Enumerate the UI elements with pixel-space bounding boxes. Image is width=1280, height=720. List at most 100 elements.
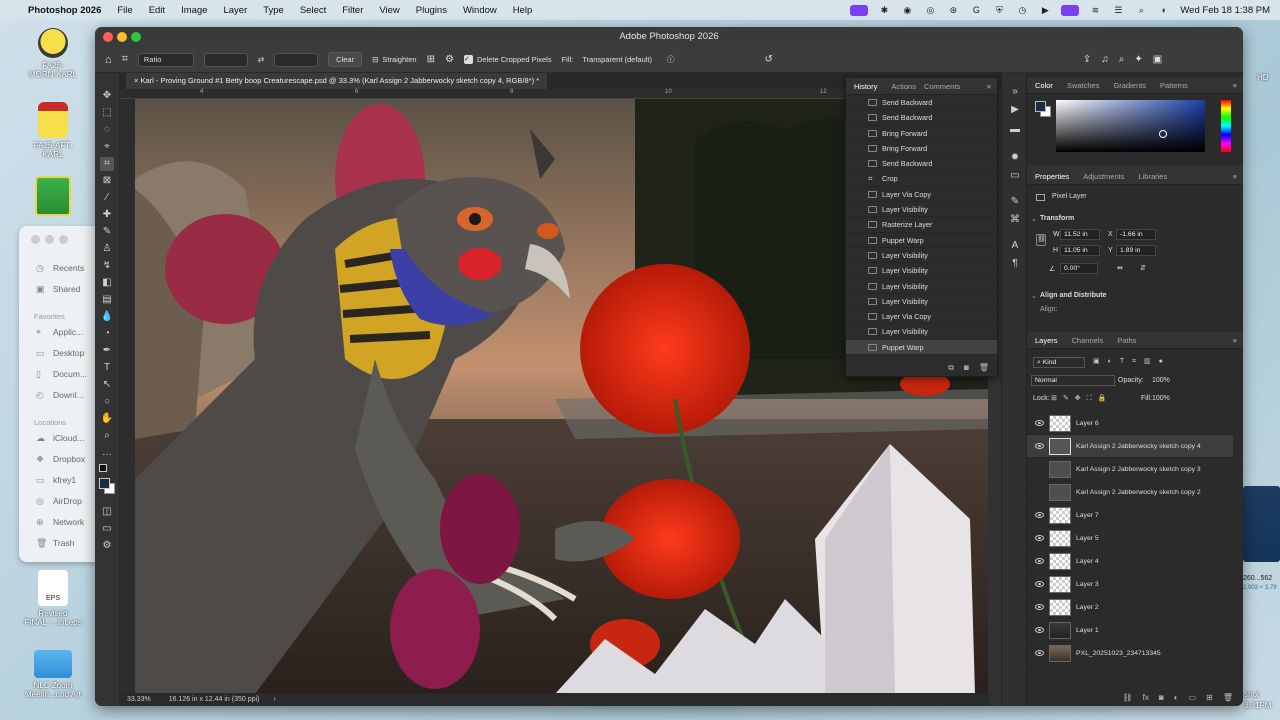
menu-plugins[interactable]: Plugins: [416, 5, 447, 16]
history-item[interactable]: Send Backward: [846, 110, 997, 126]
align-distribute-header[interactable]: Align and Distribute: [1040, 292, 1107, 299]
menu-select[interactable]: Select: [300, 5, 326, 16]
straighten-icon[interactable]: ⊟: [372, 55, 378, 64]
menu-filter[interactable]: Filter: [342, 5, 363, 16]
eyedropper-tool-icon[interactable]: ⁄: [100, 191, 114, 205]
history-item[interactable]: Layer Visibility: [846, 202, 997, 218]
history-item[interactable]: Layer Visibility: [846, 279, 997, 294]
adjustment-layer-icon[interactable]: ◐: [1174, 693, 1179, 702]
crop-tool-icon[interactable]: ⌗: [100, 157, 114, 171]
screen-mode-icon[interactable]: ▭: [100, 522, 114, 536]
history-item[interactable]: Layer Visibility: [846, 324, 997, 340]
history-item[interactable]: ⌗ Crop: [846, 171, 997, 187]
finder-item-dropbox[interactable]: ❖ Dropbox: [36, 454, 85, 464]
dodge-tool-icon[interactable]: ◔: [100, 327, 114, 341]
menu-view[interactable]: View: [379, 5, 399, 16]
eye-icon[interactable]: [1035, 627, 1044, 633]
light-icon[interactable]: ✹: [1008, 151, 1022, 165]
filter-type-icons[interactable]: ▣◐T⌗▥●: [1093, 357, 1171, 366]
control-center-icon[interactable]: ☰: [1111, 5, 1125, 16]
brush-tool-icon[interactable]: ✎: [100, 225, 114, 239]
finder-item-shared[interactable]: ▣ Shared: [36, 284, 80, 294]
hand-tool-icon[interactable]: ✋: [100, 412, 114, 426]
desktop-icon-nlc-zoom[interactable]: NLC Zoom Meetin...und Art: [18, 650, 88, 699]
gradient-tool-icon[interactable]: ▤: [100, 293, 114, 307]
delete-icon[interactable]: 🗑: [979, 363, 989, 373]
finder-item-downloads[interactable]: ◴ Downl...: [36, 390, 84, 400]
tab-actions[interactable]: Actions: [891, 82, 916, 91]
zoom-icon[interactable]: [1061, 4, 1080, 16]
fill-value[interactable]: 100%: [1152, 395, 1170, 402]
finder-item-kfrey1[interactable]: ▭ kfrey1: [36, 475, 76, 485]
chevron-down-icon[interactable]: ⌄: [1031, 292, 1037, 300]
workspace-icon[interactable]: ▣: [1153, 54, 1162, 65]
zoom-tool-icon[interactable]: ⌕: [100, 429, 114, 443]
foreground-color-chip[interactable]: [1035, 101, 1046, 112]
history-item-current[interactable]: Puppet Warp: [846, 339, 997, 356]
new-document-from-state-icon[interactable]: ⧉: [948, 363, 954, 373]
screen-share-icon[interactable]: [850, 4, 869, 16]
finder-item-trash[interactable]: 🗑 Trash: [36, 538, 74, 548]
sync-icon[interactable]: ⊛: [946, 5, 960, 16]
fill-select[interactable]: Transparent (default): [577, 53, 657, 67]
menu-layer[interactable]: Layer: [223, 5, 247, 16]
more-tools-icon[interactable]: …: [100, 446, 114, 460]
gear-icon[interactable]: ⚙: [445, 54, 454, 65]
color-picker-handle[interactable]: [1159, 130, 1167, 138]
menu-file[interactable]: File: [117, 5, 132, 16]
panel-menu-icon[interactable]: ≡: [987, 82, 991, 91]
clock[interactable]: Wed Feb 18 1:38 PM: [1180, 5, 1270, 16]
history-item[interactable]: Layer Visibility: [846, 263, 997, 279]
history-item[interactable]: Layer Visibility: [846, 248, 997, 264]
layer-row[interactable]: Layer 3: [1027, 573, 1233, 597]
tab-patterns[interactable]: Patterns: [1160, 81, 1188, 90]
document-size[interactable]: 16.126 in x 12.44 in (350 ppi): [169, 696, 260, 703]
search-icon[interactable]: ⌕: [1134, 5, 1148, 16]
finder-item-icloud[interactable]: ☁ iCloud...: [36, 433, 84, 443]
straighten-label[interactable]: Straighten: [382, 55, 416, 64]
blur-tool-icon[interactable]: 💧: [100, 310, 114, 324]
panel-menu-icon[interactable]: ≡: [1233, 336, 1237, 345]
panel-menu-icon[interactable]: ≡: [1233, 81, 1237, 90]
lock-icons[interactable]: ⊞✎✥⛶🔒: [1051, 394, 1112, 403]
history-item[interactable]: Puppet Warp: [846, 233, 997, 248]
history-item[interactable]: Layer Via Copy: [846, 187, 997, 203]
finder-item-network[interactable]: ⊕ Network: [36, 517, 84, 527]
delete-layer-icon[interactable]: 🗑: [1223, 693, 1233, 702]
layer-row[interactable]: PXL_20251023_234713345: [1027, 642, 1233, 666]
move-tool-icon[interactable]: ✥: [100, 89, 114, 103]
fx-icon[interactable]: fx: [1143, 693, 1149, 702]
camera-icon[interactable]: ◉: [900, 5, 914, 16]
desktop-icon-photo[interactable]: [18, 176, 88, 219]
grammar-icon[interactable]: G: [969, 5, 983, 16]
history-item[interactable]: Layer Via Copy: [846, 309, 997, 325]
reset-icon[interactable]: ↺: [765, 54, 773, 65]
blend-mode-select[interactable]: Normal: [1031, 375, 1115, 386]
pen-tool-icon[interactable]: ✒: [100, 344, 114, 358]
minimize-button[interactable]: [117, 32, 127, 42]
character-icon[interactable]: A: [1008, 239, 1022, 253]
ratio-height-input[interactable]: [274, 52, 319, 67]
opacity-value[interactable]: 100%: [1152, 377, 1170, 384]
discover-icon[interactable]: ✦: [1134, 54, 1142, 65]
history-brush-tool-icon[interactable]: ↯: [100, 259, 114, 273]
zoom-button[interactable]: [131, 32, 141, 42]
width-input[interactable]: 11.52 in: [1060, 229, 1100, 240]
tab-history[interactable]: History: [854, 82, 877, 91]
hue-slider[interactable]: [1221, 100, 1231, 152]
history-item[interactable]: Bring Forward: [846, 126, 997, 141]
menu-app-name[interactable]: Photoshop 2026: [28, 5, 101, 16]
tab-paths[interactable]: Paths: [1117, 336, 1136, 345]
ratio-width-input[interactable]: [203, 52, 248, 67]
tab-color[interactable]: Color: [1035, 81, 1053, 90]
chevron-down-icon[interactable]: ⌄: [1031, 215, 1037, 223]
vpn-icon[interactable]: ◎: [923, 5, 937, 16]
close-button[interactable]: [31, 235, 40, 244]
eye-icon[interactable]: [1035, 558, 1044, 564]
menu-help[interactable]: Help: [513, 5, 533, 16]
eye-icon[interactable]: [1035, 443, 1044, 449]
angle-input[interactable]: 0.00°: [1060, 263, 1098, 274]
swap-icon[interactable]: ⇄: [258, 55, 264, 64]
clone-source-icon[interactable]: ⌘: [1008, 213, 1022, 227]
history-item[interactable]: Send Backward: [846, 95, 997, 111]
